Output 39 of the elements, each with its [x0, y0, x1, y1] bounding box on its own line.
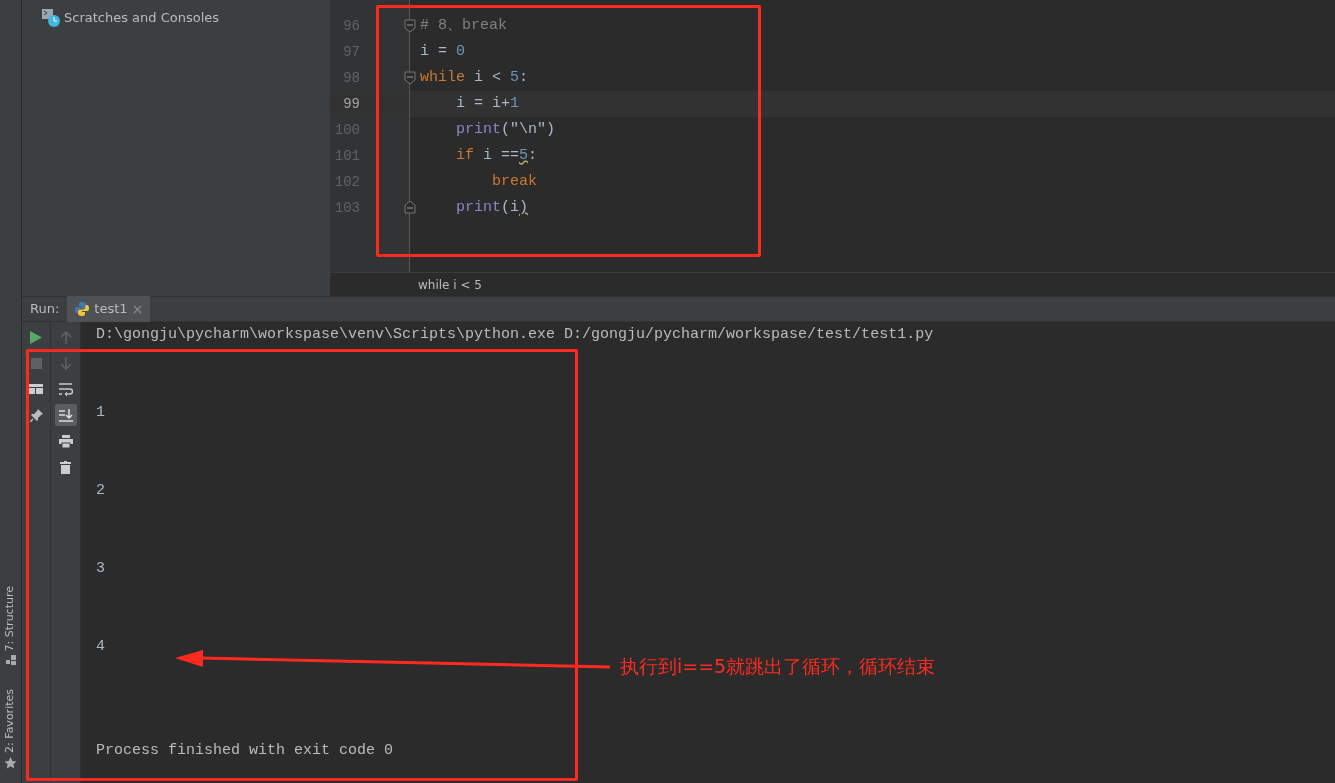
run-label: Run:	[29, 300, 61, 319]
breadcrumb[interactable]: while i < 5	[418, 275, 482, 294]
scroll-to-end-icon	[58, 408, 73, 422]
console-output: 1	[96, 403, 105, 423]
console-clock-icon	[42, 8, 60, 27]
tool-window-tab[interactable]: 7: Structure	[2, 585, 19, 652]
tool-window-tab[interactable]: 2: Favorites	[2, 689, 19, 753]
fold-marker-icon[interactable]	[404, 201, 416, 215]
code-line: while i < 5:	[420, 67, 529, 88]
run-tab[interactable]: test1	[67, 296, 150, 322]
play-icon	[30, 330, 42, 344]
up-arrow-icon	[59, 330, 72, 344]
code-line: i = 0	[420, 41, 466, 62]
down-arrow-icon	[59, 356, 72, 370]
exit-message: Process finished with exit code 0	[96, 741, 395, 761]
pin-icon	[29, 408, 43, 422]
python-logo-icon	[75, 302, 90, 316]
star-icon	[4, 757, 17, 769]
stop-icon	[30, 357, 42, 369]
structure-icon	[5, 655, 16, 666]
tree-item[interactable]: Scratches and Consoles	[64, 8, 220, 28]
scroll-to-end-button[interactable]	[54, 404, 77, 426]
code-line: if i ==5:	[455, 145, 538, 166]
code-line: # 8、break	[420, 15, 507, 36]
console-output: 4	[96, 637, 105, 657]
annotation-text: 执行到i==5就跳出了循环，循环结束	[620, 654, 936, 679]
fold-marker-icon[interactable]	[404, 71, 416, 85]
code-line: print(i)	[455, 197, 529, 218]
console-output: 2	[96, 481, 105, 501]
soft-wrap-icon	[58, 382, 73, 396]
code-line: print("\n")	[455, 119, 556, 140]
layout-icon	[29, 384, 43, 394]
printer-icon	[58, 434, 73, 448]
trash-icon	[60, 460, 71, 474]
console-command: D:\gongju\pycharm\workspase\venv\Scripts\python.exe D:/gongju/pycharm/workspase/test/test1.py	[96, 325, 935, 345]
console-output: 3	[96, 559, 105, 579]
code-line: break	[491, 171, 538, 192]
code-line: i = i+1	[455, 93, 520, 114]
fold-marker-icon[interactable]	[404, 19, 416, 33]
